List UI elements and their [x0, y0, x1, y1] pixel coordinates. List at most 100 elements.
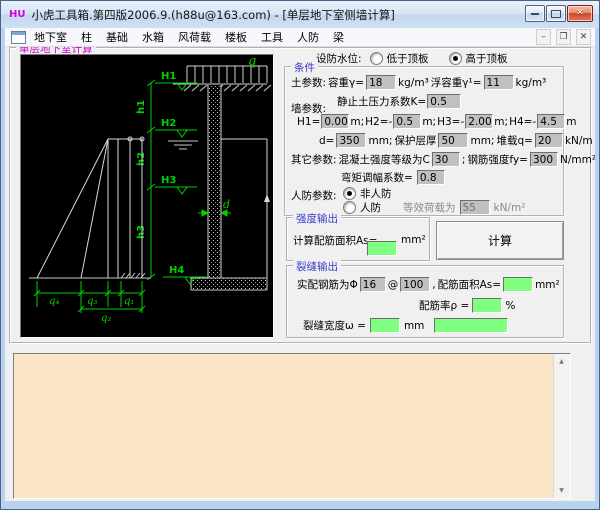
app-icon: HU — [9, 9, 26, 20]
h3-label: H3=- — [437, 116, 464, 128]
actual-as-label: 配筋面积As= — [438, 277, 501, 292]
d-input[interactable]: 350 — [336, 133, 366, 148]
crack-width-output — [370, 318, 400, 333]
surcharge-label: 堆载q= — [496, 133, 532, 148]
main-groupbox: 单层地下室计算 — [9, 47, 591, 343]
cover-unit: mm; — [470, 135, 494, 147]
strength-output-groupbox: 强度输出 计算配筋面积As= mm² — [286, 217, 430, 261]
calc-as-label: 计算配筋面积As= — [293, 233, 377, 248]
concrete-label: 混凝土强度等级为C — [339, 152, 430, 167]
cover-input[interactable]: 50 — [438, 133, 468, 148]
output-scrollbar[interactable]: ▲ ▼ — [553, 354, 570, 498]
crack-output-groupbox: 裂缝输出 实配钢筋为Φ 16 @ 100 , 配筋面积As= mm² 配筋率ρ … — [286, 265, 564, 338]
crack-width-unit: mm — [404, 320, 424, 332]
maximize-icon — [551, 10, 561, 18]
menu-item-7[interactable]: 工具 — [261, 29, 283, 45]
child-window-icon[interactable] — [11, 31, 26, 44]
calculate-button[interactable]: 计算 — [436, 221, 564, 260]
equiv-load-input[interactable]: 55 — [460, 200, 490, 215]
moment-row: 弯矩调幅系数= 0.8 — [341, 170, 445, 185]
radio-non-civil-defense[interactable] — [343, 187, 356, 200]
rebar-label: 实配钢筋为Φ — [297, 277, 358, 292]
label-q1: q₁ — [124, 296, 134, 307]
radio-below-top-slab[interactable] — [370, 52, 383, 65]
non-civil-defense-row: 非人防 — [343, 186, 392, 201]
label-q: q — [248, 55, 256, 69]
label-H3: H3 — [161, 175, 176, 186]
ratio-row: 配筋率ρ = % — [419, 298, 515, 313]
surcharge-unit: kN/m — [565, 135, 593, 147]
scroll-down-icon[interactable]: ▼ — [554, 483, 569, 498]
gamma-input[interactable]: 18 — [366, 75, 396, 90]
wall-section-diagram: q H1 — [21, 55, 273, 337]
maximize-button[interactable] — [546, 5, 566, 22]
label-H2: H2 — [161, 118, 176, 129]
minimize-icon — [531, 13, 539, 15]
h1-unit: m; — [350, 116, 364, 128]
rebar-spacing-input[interactable]: 100 — [400, 277, 430, 292]
moment-label: 弯矩调幅系数= — [341, 170, 413, 185]
radio-civil-defense[interactable] — [343, 201, 356, 214]
radio-below-top-slab-label[interactable]: 低于顶板 — [387, 51, 429, 66]
h4-input[interactable]: 4.5 — [537, 114, 565, 129]
h1-input[interactable]: 0.00 — [321, 114, 349, 129]
condition-caption: 条件 — [291, 60, 318, 75]
menu-item-6[interactable]: 楼板 — [225, 29, 247, 45]
minimize-button[interactable] — [525, 5, 545, 22]
menu-item-3[interactable]: 基础 — [106, 29, 128, 45]
radio-above-top-slab[interactable] — [449, 52, 462, 65]
concrete-sep: ; — [462, 154, 466, 166]
radio-civil-defense-label[interactable]: 人防 — [360, 200, 381, 215]
civil-defense-row: 人防 等效荷载为 55 kN/m² — [343, 200, 525, 215]
label-d: d — [223, 198, 230, 211]
child-minimize-button[interactable]: – — [536, 29, 551, 45]
output-textarea[interactable]: ▲ ▼ — [13, 353, 571, 499]
h2-label: H2=- — [365, 116, 392, 128]
water-level-label: 设防水位: — [316, 51, 362, 66]
concrete-input[interactable]: 30 — [432, 152, 460, 167]
menu-item-8[interactable]: 人防 — [297, 29, 319, 45]
other-params-label: 其它参数: — [291, 152, 337, 167]
rebar-dia-input[interactable]: 16 — [360, 277, 386, 292]
close-button[interactable]: ✕ — [567, 5, 593, 22]
actual-as-unit: mm² — [535, 279, 560, 291]
buoyant-input[interactable]: 11 — [484, 75, 514, 90]
menu-item-4[interactable]: 水箱 — [142, 29, 164, 45]
k-input[interactable]: 0.5 — [427, 94, 461, 109]
h3-input[interactable]: 2.00 — [465, 114, 493, 129]
steel-input[interactable]: 300 — [530, 152, 558, 167]
k-row: 静止土压力系数K= 0.5 — [337, 94, 461, 109]
rebar-row: 实配钢筋为Φ 16 @ 100 , 配筋面积As= mm² — [297, 277, 560, 292]
radio-non-civil-defense-label[interactable]: 非人防 — [360, 186, 392, 201]
child-close-button[interactable]: ✕ — [576, 29, 591, 45]
crack-output-caption: 裂缝输出 — [293, 259, 341, 274]
water-level-row: 设防水位: 低于顶板 高于顶板 — [316, 51, 508, 66]
rebar-at-label: @ — [388, 279, 399, 291]
label-q4: q₄ — [49, 296, 59, 307]
app-window: HU 小虎工具箱.第四版2006.9.(h88u@163.com) - [单层地… — [0, 0, 600, 510]
k-label: 静止土压力系数K= — [337, 94, 426, 109]
moment-input[interactable]: 0.8 — [417, 170, 445, 185]
h4-label: H4=- — [509, 116, 536, 128]
label-H4: H4 — [169, 265, 184, 276]
menu-item-1[interactable]: 地下室 — [34, 29, 67, 45]
h1-label: H1= — [297, 116, 320, 128]
h2-input[interactable]: 0.5 — [393, 114, 421, 129]
menu-item-5[interactable]: 风荷载 — [178, 29, 211, 45]
equiv-load-unit: kN/m² — [494, 202, 526, 214]
soil-label: 土参数: — [291, 75, 326, 90]
menu-item-2[interactable]: 柱 — [81, 29, 92, 45]
ratio-label: 配筋率ρ = — [419, 298, 469, 313]
label-h1: h1 — [136, 100, 147, 114]
surcharge-input[interactable]: 20 — [535, 133, 563, 148]
steel-label: 钢筋强度fy= — [467, 152, 528, 167]
crack-width-row: 裂缝宽度ω = mm — [303, 318, 508, 333]
scroll-up-icon[interactable]: ▲ — [554, 354, 569, 369]
menu-item-9[interactable]: 梁 — [333, 29, 344, 45]
child-restore-button[interactable]: ❐ — [556, 29, 571, 45]
cover-label: 保护层厚 — [394, 133, 436, 148]
radio-above-top-slab-label[interactable]: 高于顶板 — [466, 51, 508, 66]
rebar-comma: , — [432, 279, 435, 291]
calc-as-output — [367, 241, 397, 256]
title-bar[interactable]: HU 小虎工具箱.第四版2006.9.(h88u@163.com) - [单层地… — [1, 1, 599, 28]
